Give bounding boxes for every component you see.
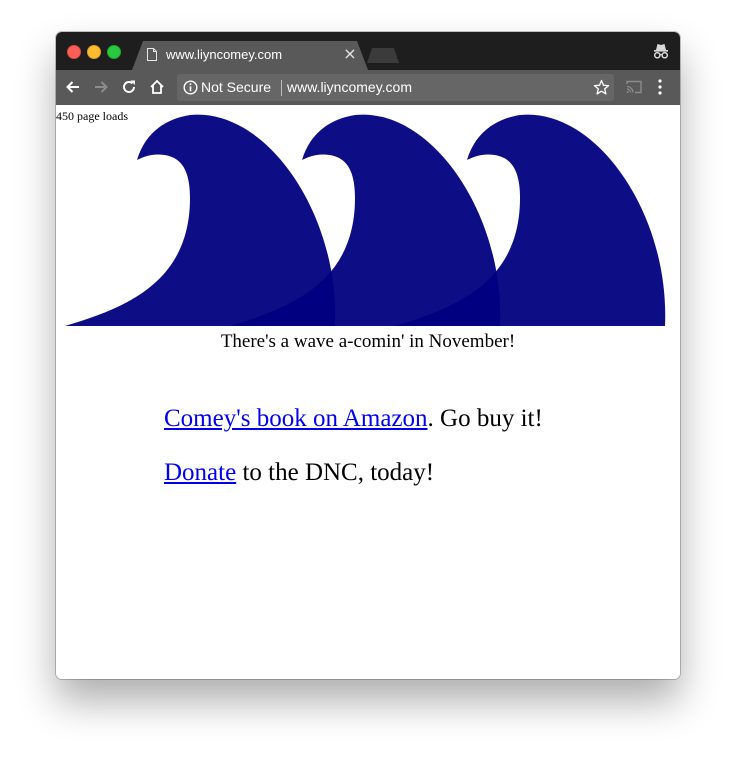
address-bar[interactable]: Not Secure www.liyncomey.com xyxy=(177,74,614,101)
info-icon[interactable] xyxy=(183,80,198,95)
browser-toolbar: Not Secure www.liyncomey.com xyxy=(56,70,680,105)
active-tab[interactable]: www.liyncomey.com × xyxy=(132,41,368,70)
back-arrow-icon[interactable] xyxy=(64,78,82,96)
donate-line-text: to the DNC, today! xyxy=(236,459,435,486)
wave-shape xyxy=(65,114,336,326)
wave-caption: There's a wave a-comin' in November! xyxy=(220,331,516,352)
waves-image xyxy=(65,114,666,326)
cast-icon[interactable] xyxy=(626,80,642,94)
tab-title: www.liyncomey.com xyxy=(166,47,283,62)
donate-line: Donate to the DNC, today! xyxy=(164,459,434,487)
star-icon[interactable] xyxy=(593,79,610,96)
tab-strip: www.liyncomey.com × xyxy=(56,32,680,70)
book-line-text: . Go buy it! xyxy=(427,405,543,432)
window-minimize-button[interactable] xyxy=(87,45,101,59)
donate-link[interactable]: Donate xyxy=(164,459,236,486)
incognito-icon xyxy=(653,44,669,59)
new-tab-button[interactable] xyxy=(367,48,399,63)
page-content: 450 page loads There's a wave a-comin' i… xyxy=(56,105,680,679)
forward-arrow-icon[interactable] xyxy=(92,78,110,96)
reload-icon[interactable] xyxy=(120,78,138,96)
home-icon[interactable] xyxy=(148,78,166,96)
page-icon xyxy=(147,48,157,61)
url-text[interactable]: www.liyncomey.com xyxy=(287,79,412,95)
tab-close-icon[interactable]: × xyxy=(343,46,357,62)
menu-icon[interactable] xyxy=(658,79,662,95)
omnibox-divider xyxy=(281,80,282,96)
security-status[interactable]: Not Secure xyxy=(201,79,271,95)
window-close-button[interactable] xyxy=(67,45,81,59)
browser-window: www.liyncomey.com × Not Secure www.liync… xyxy=(56,32,680,679)
amazon-book-link[interactable]: Comey's book on Amazon xyxy=(164,405,428,432)
window-maximize-button[interactable] xyxy=(107,45,121,59)
book-line: Comey's book on Amazon. Go buy it! xyxy=(164,405,543,433)
